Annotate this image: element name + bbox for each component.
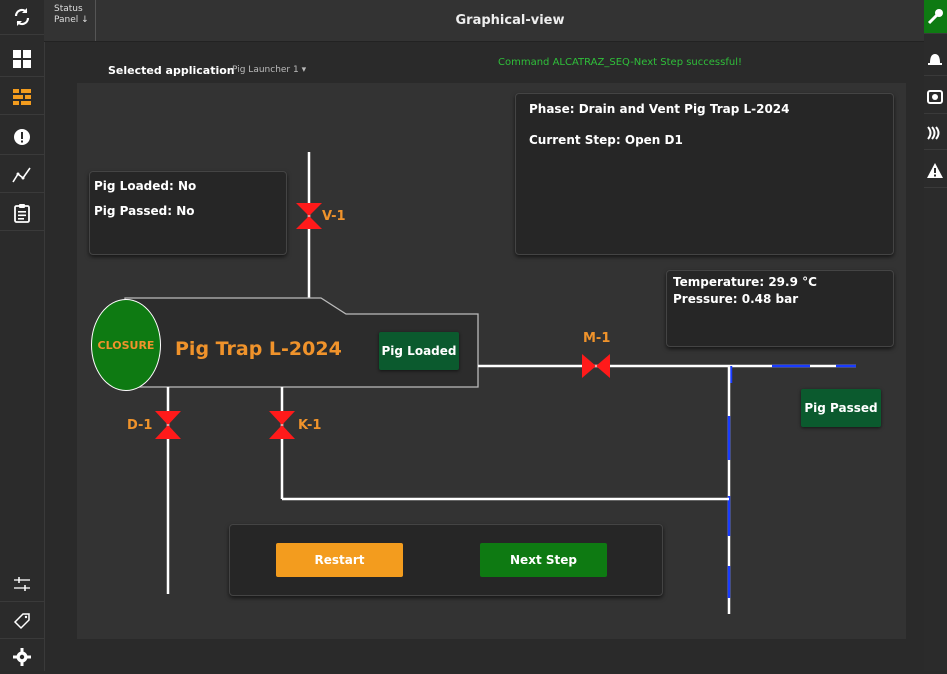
current-step-label: Current Step:	[529, 133, 621, 147]
pig-status-box: Pig Loaded: No Pig Passed: No	[89, 171, 287, 255]
pressure-value: 0.48 bar	[741, 292, 799, 306]
valve-m1-label[interactable]: M-1	[583, 331, 610, 346]
next-step-button[interactable]: Next Step	[480, 543, 607, 577]
valve-k1-label[interactable]: K-1	[298, 418, 321, 433]
pig-passed-label: Pig Passed:	[94, 204, 173, 218]
pig-passed-value: No	[176, 204, 195, 218]
pig-loaded-badge: Pig Loaded	[379, 332, 459, 370]
valve-k1-icon	[269, 411, 295, 439]
valve-d1-label[interactable]: D-1	[127, 418, 152, 433]
pig-loaded-value: No	[177, 179, 197, 193]
process-values-box: Temperature: 29.9 °C Pressure: 0.48 bar	[666, 270, 894, 347]
pig-trap-title: Pig Trap L-2024	[175, 338, 342, 360]
valve-v1-label[interactable]: V-1	[322, 209, 346, 224]
valve-v1-icon	[296, 203, 322, 229]
temperature-label: Temperature:	[673, 275, 765, 289]
phase-box: Phase: Drain and Vent Pig Trap L-2024 Cu…	[515, 93, 894, 255]
pig-passed-badge: Pig Passed	[801, 389, 881, 427]
phase-value: Drain and Vent Pig Trap L-2024	[578, 102, 790, 116]
valve-m1-icon	[582, 354, 610, 378]
pressure-label: Pressure:	[673, 292, 738, 306]
temperature-value: 29.9 °C	[768, 275, 817, 289]
phase-label: Phase:	[529, 102, 575, 116]
restart-button[interactable]: Restart	[276, 543, 403, 577]
valve-d1-icon	[155, 411, 181, 439]
pig-loaded-label: Pig Loaded:	[94, 179, 174, 193]
current-step-value: Open D1	[624, 133, 683, 147]
closure-door[interactable]: CLOSURE	[91, 299, 161, 391]
